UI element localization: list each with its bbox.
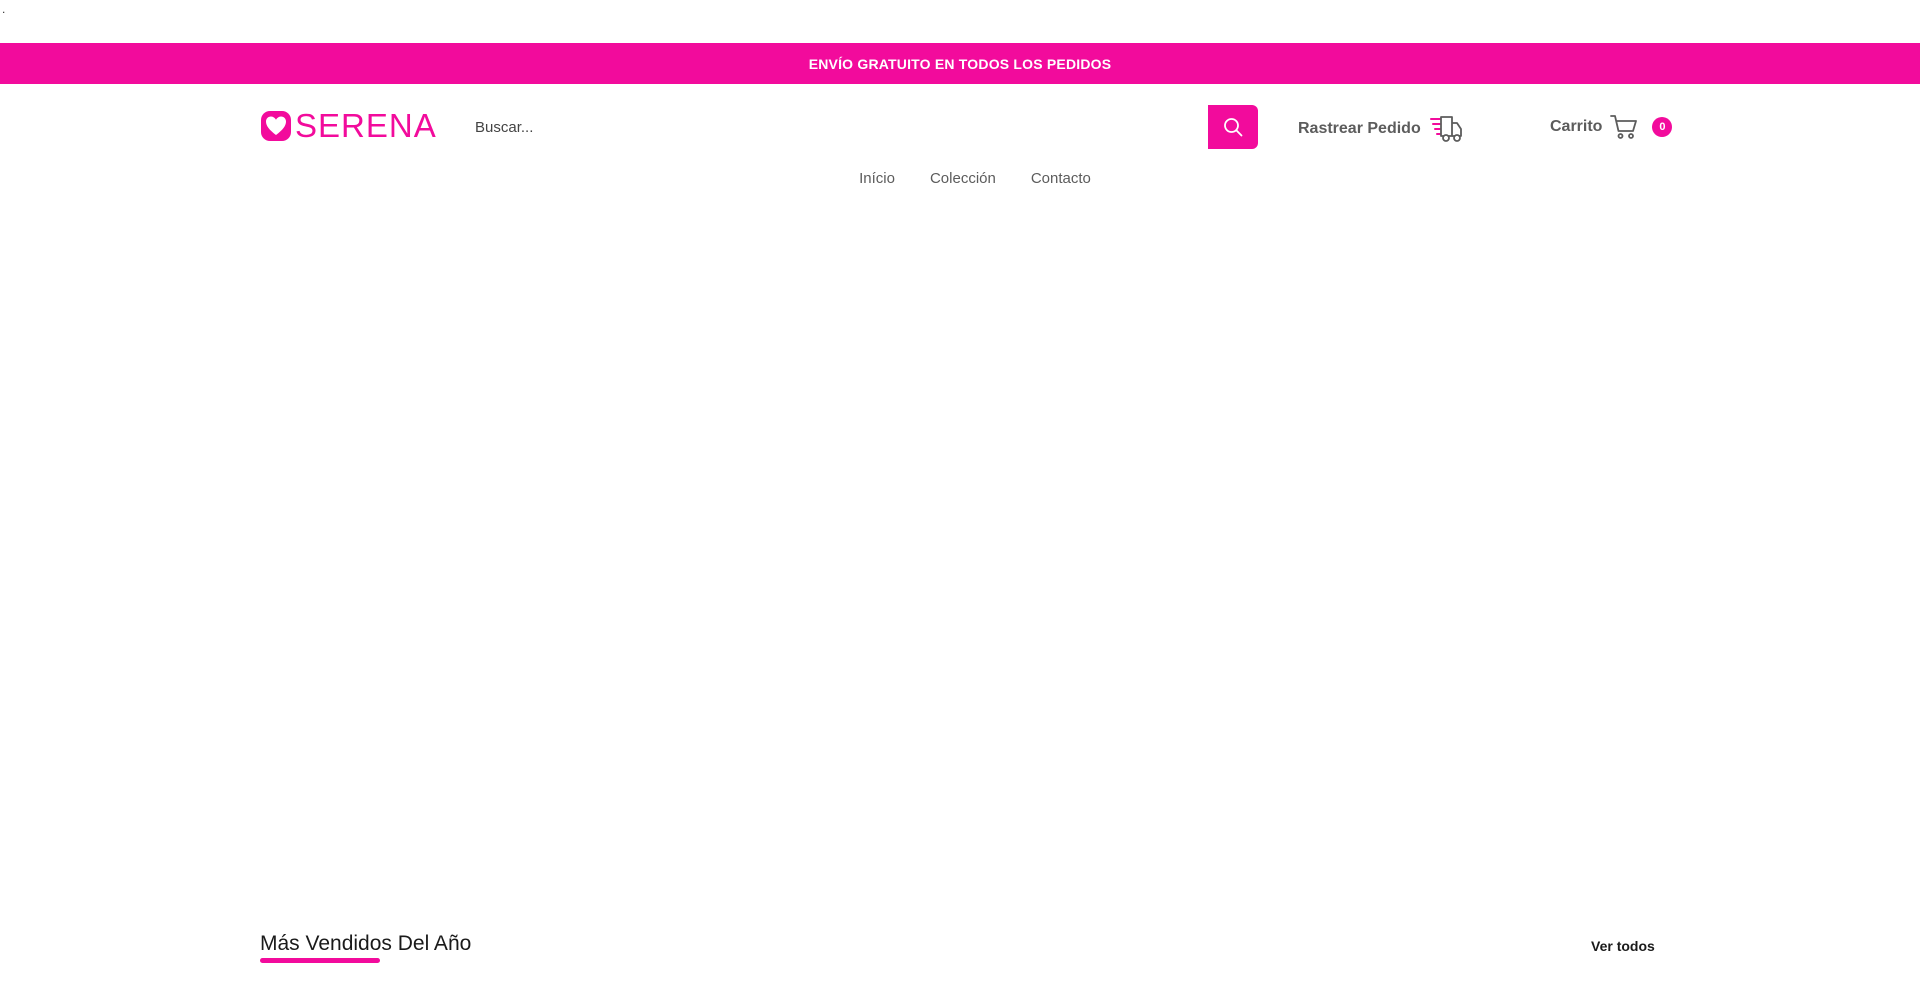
title-underline	[260, 958, 380, 963]
shopping-cart-icon	[1610, 114, 1638, 140]
cart-count-badge: 0	[1652, 117, 1673, 137]
logo-text: SERENA	[295, 107, 437, 144]
logo[interactable]: SERENA	[260, 106, 437, 146]
nav-item-contacto[interactable]: Contacto	[1031, 170, 1091, 187]
hero-banner	[0, 205, 1920, 905]
track-order-label: Rastrear Pedido	[1298, 120, 1421, 137]
search-button[interactable]	[1208, 105, 1258, 149]
cart-label: Carrito	[1550, 118, 1603, 135]
search-input[interactable]	[465, 105, 1205, 149]
heart-icon	[260, 110, 292, 142]
best-sellers-title: Más Vendidos Del Año	[260, 932, 472, 955]
search-bar	[465, 105, 1258, 149]
cart-link[interactable]: Carrito 0	[1550, 114, 1673, 140]
view-all-link[interactable]: Ver todos	[1591, 938, 1655, 954]
main-nav: Início Colección Contacto	[0, 170, 1920, 187]
nav-item-coleccion[interactable]: Colección	[930, 170, 996, 187]
announcement-bar: ENVÍO GRATUITO EN TODOS LOS PEDIDOS	[0, 43, 1920, 84]
search-icon	[1222, 116, 1244, 138]
delivery-truck-icon	[1429, 114, 1464, 144]
stray-mark: .	[2, 2, 6, 16]
track-order-link[interactable]: Rastrear Pedido	[1298, 114, 1464, 144]
nav-item-inicio[interactable]: Início	[859, 170, 895, 187]
announcement-text: ENVÍO GRATUITO EN TODOS LOS PEDIDOS	[808, 55, 1112, 72]
